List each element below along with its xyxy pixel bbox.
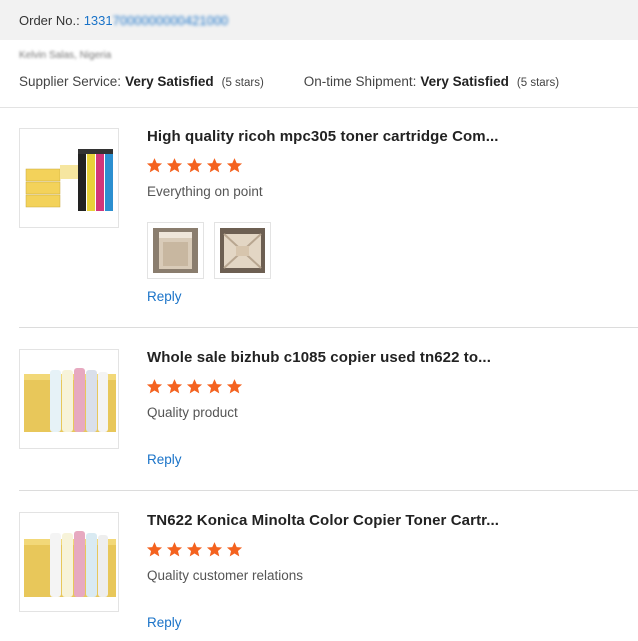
star-icon [186, 542, 203, 557]
review-product-title[interactable]: Whole sale bizhub c1085 copier used tn62… [147, 349, 491, 366]
review-comment: Quality product [147, 405, 238, 420]
star-icon [226, 158, 243, 173]
star-icon [166, 379, 183, 394]
star-icon [146, 379, 163, 394]
review-photo[interactable] [214, 222, 271, 279]
star-icon [166, 542, 183, 557]
review-star-rating [146, 541, 243, 558]
order-header: Order No.: 1331 7000000000421000 [0, 0, 638, 40]
product-thumbnail[interactable] [19, 512, 119, 612]
star-icon [166, 158, 183, 173]
shipment-stars: (5 stars) [516, 77, 560, 89]
review-product-title[interactable]: High quality ricoh mpc305 toner cartridg… [147, 128, 499, 145]
product-thumbnail[interactable] [19, 349, 119, 449]
product-thumbnail[interactable] [19, 128, 119, 228]
review-photo[interactable] [147, 222, 204, 279]
review-divider [19, 490, 638, 491]
review-divider [19, 327, 638, 328]
star-icon [206, 379, 223, 394]
supplier-service-stars: (5 stars) [221, 77, 264, 89]
review-comment: Quality customer relations [147, 568, 304, 583]
order-number-obscured[interactable]: 7000000000421000 [113, 13, 229, 28]
star-icon [146, 542, 163, 557]
shipment-label: On-time Shipment: [303, 74, 417, 89]
review-photos [147, 222, 271, 279]
header-divider [0, 107, 638, 108]
reply-link[interactable]: Reply [147, 615, 182, 630]
star-icon [146, 158, 163, 173]
star-icon [186, 379, 203, 394]
shipment-value: Very Satisfied [420, 74, 509, 89]
star-icon [206, 158, 223, 173]
reply-link[interactable]: Reply [147, 452, 182, 467]
review-star-rating [146, 157, 243, 174]
buyer-name: Kelvin Salas, Nigeria [19, 50, 112, 61]
review-star-rating [146, 378, 243, 395]
star-icon [206, 542, 223, 557]
supplier-service-label: Supplier Service: [19, 74, 122, 89]
order-label: Order No.: [19, 12, 80, 28]
order-number-visible[interactable]: 1331 [84, 13, 113, 28]
star-icon [186, 158, 203, 173]
review-comment: Everything on point [147, 184, 263, 199]
supplier-service-value: Very Satisfied [125, 74, 214, 89]
star-icon [226, 542, 243, 557]
overall-ratings: Supplier Service: Very Satisfied (5 star… [19, 74, 559, 89]
review-product-title[interactable]: TN622 Konica Minolta Color Copier Toner … [147, 512, 499, 529]
star-icon [226, 379, 243, 394]
reply-link[interactable]: Reply [147, 289, 182, 304]
